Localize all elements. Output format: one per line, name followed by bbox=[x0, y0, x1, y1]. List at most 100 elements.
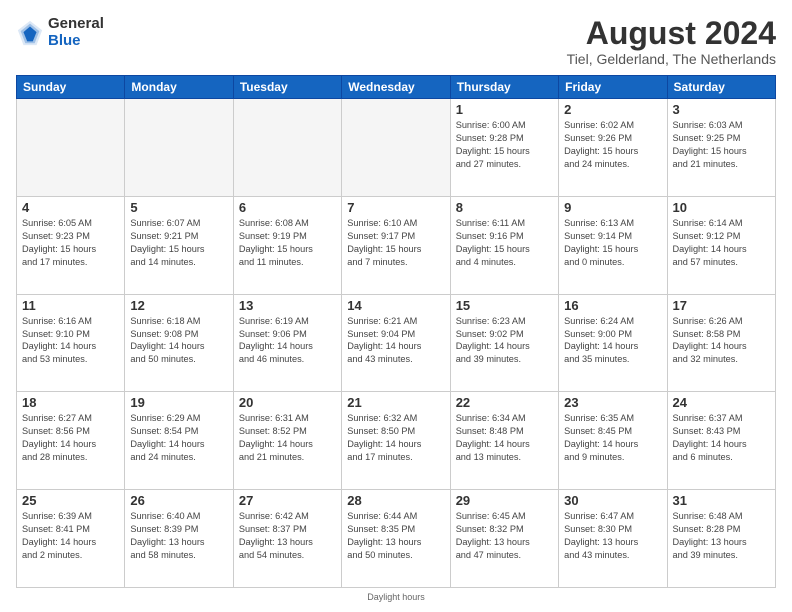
week-row-4: 18Sunrise: 6:27 AM Sunset: 8:56 PM Dayli… bbox=[17, 392, 776, 490]
calendar-cell: 12 Sunrise: 6:18 AM Sunset: 9:08 PM Dayli… bbox=[125, 294, 233, 392]
calendar-cell: 14 Sunrise: 6:21 AM Sunset: 9:04 PM Dayli… bbox=[342, 294, 450, 392]
calendar-cell: 25Sunrise: 6:39 AM Sunset: 8:41 PM Dayli… bbox=[17, 490, 125, 588]
calendar-table: SundayMondayTuesdayWednesdayThursdayFrid… bbox=[16, 75, 776, 588]
day-number: 9 bbox=[564, 200, 661, 215]
header-cell-wednesday: Wednesday bbox=[342, 76, 450, 99]
day-number: 21 bbox=[347, 395, 444, 410]
calendar-cell: 16Sunrise: 6:24 AM Sunset: 9:00 PM Dayli… bbox=[559, 294, 667, 392]
day-number: 4 bbox=[22, 200, 119, 215]
day-number: 7 bbox=[347, 200, 444, 215]
day-info: Sunrise: 6:45 AM Sunset: 8:32 PM Dayligh… bbox=[456, 510, 553, 562]
day-info: Sunrise: 6:42 AM Sunset: 8:37 PM Dayligh… bbox=[239, 510, 336, 562]
day-info: Sunrise: 6:48 AM Sunset: 8:28 PM Dayligh… bbox=[673, 510, 770, 562]
header-cell-saturday: Saturday bbox=[667, 76, 775, 99]
header-cell-friday: Friday bbox=[559, 76, 667, 99]
calendar-cell: 19Sunrise: 6:29 AM Sunset: 8:54 PM Dayli… bbox=[125, 392, 233, 490]
day-info: Sunrise: 6:44 AM Sunset: 8:35 PM Dayligh… bbox=[347, 510, 444, 562]
calendar-cell: 4 Sunrise: 6:05 AM Sunset: 9:23 PM Daylig… bbox=[17, 196, 125, 294]
calendar-cell: 1Sunrise: 6:00 AM Sunset: 9:28 PM Daylig… bbox=[450, 99, 558, 197]
footer: Daylight hours bbox=[16, 592, 776, 602]
calendar-cell bbox=[342, 99, 450, 197]
calendar-cell: 23 Sunrise: 6:35 AM Sunset: 8:45 PM Dayli… bbox=[559, 392, 667, 490]
day-info: Sunrise: 6:16 AM Sunset: 9:10 PM Dayligh… bbox=[22, 315, 119, 367]
week-row-2: 4 Sunrise: 6:05 AM Sunset: 9:23 PM Daylig… bbox=[17, 196, 776, 294]
day-info: Sunrise: 6:21 AM Sunset: 9:04 PM Dayligh… bbox=[347, 315, 444, 367]
calendar-cell: 31 Sunrise: 6:48 AM Sunset: 8:28 PM Dayli… bbox=[667, 490, 775, 588]
day-info: Sunrise: 6:40 AM Sunset: 8:39 PM Dayligh… bbox=[130, 510, 227, 562]
header-cell-tuesday: Tuesday bbox=[233, 76, 341, 99]
day-info: Sunrise: 6:23 AM Sunset: 9:02 PM Dayligh… bbox=[456, 315, 553, 367]
day-number: 16 bbox=[564, 298, 661, 313]
logo-general: General bbox=[48, 16, 104, 33]
calendar-cell bbox=[233, 99, 341, 197]
calendar-cell: 29Sunrise: 6:45 AM Sunset: 8:32 PM Dayli… bbox=[450, 490, 558, 588]
calendar-cell: 24 Sunrise: 6:37 AM Sunset: 8:43 PM Dayli… bbox=[667, 392, 775, 490]
calendar-cell: 8Sunrise: 6:11 AM Sunset: 9:16 PM Daylig… bbox=[450, 196, 558, 294]
calendar-cell: 3Sunrise: 6:03 AM Sunset: 9:25 PM Daylig… bbox=[667, 99, 775, 197]
day-number: 30 bbox=[564, 493, 661, 508]
day-number: 15 bbox=[456, 298, 553, 313]
day-number: 23 bbox=[564, 395, 661, 410]
calendar-cell: 15 Sunrise: 6:23 AM Sunset: 9:02 PM Dayli… bbox=[450, 294, 558, 392]
calendar-cell: 7 Sunrise: 6:10 AM Sunset: 9:17 PM Daylig… bbox=[342, 196, 450, 294]
calendar-cell: 30 Sunrise: 6:47 AM Sunset: 8:30 PM Dayli… bbox=[559, 490, 667, 588]
main-title: August 2024 bbox=[567, 16, 776, 51]
calendar-cell: 27 Sunrise: 6:42 AM Sunset: 8:37 PM Dayli… bbox=[233, 490, 341, 588]
day-number: 17 bbox=[673, 298, 770, 313]
day-info: Sunrise: 6:19 AM Sunset: 9:06 PM Dayligh… bbox=[239, 315, 336, 367]
day-number: 24 bbox=[673, 395, 770, 410]
calendar-cell: 17Sunrise: 6:26 AM Sunset: 8:58 PM Dayli… bbox=[667, 294, 775, 392]
calendar-cell: 22 Sunrise: 6:34 AM Sunset: 8:48 PM Dayli… bbox=[450, 392, 558, 490]
calendar-cell bbox=[17, 99, 125, 197]
calendar-cell: 11Sunrise: 6:16 AM Sunset: 9:10 PM Dayli… bbox=[17, 294, 125, 392]
calendar-cell bbox=[125, 99, 233, 197]
day-info: Sunrise: 6:18 AM Sunset: 9:08 PM Dayligh… bbox=[130, 315, 227, 367]
week-row-5: 25Sunrise: 6:39 AM Sunset: 8:41 PM Dayli… bbox=[17, 490, 776, 588]
calendar-body: 1Sunrise: 6:00 AM Sunset: 9:28 PM Daylig… bbox=[17, 99, 776, 588]
day-number: 22 bbox=[456, 395, 553, 410]
day-info: Sunrise: 6:10 AM Sunset: 9:17 PM Dayligh… bbox=[347, 217, 444, 269]
calendar-cell: 2 Sunrise: 6:02 AM Sunset: 9:26 PM Daylig… bbox=[559, 99, 667, 197]
logo: General Blue bbox=[16, 16, 104, 49]
day-number: 2 bbox=[564, 102, 661, 117]
day-info: Sunrise: 6:14 AM Sunset: 9:12 PM Dayligh… bbox=[673, 217, 770, 269]
logo-text: General Blue bbox=[48, 16, 104, 49]
header: General Blue August 2024 Tiel, Gelderlan… bbox=[16, 16, 776, 67]
day-info: Sunrise: 6:05 AM Sunset: 9:23 PM Dayligh… bbox=[22, 217, 119, 269]
day-number: 27 bbox=[239, 493, 336, 508]
day-info: Sunrise: 6:35 AM Sunset: 8:45 PM Dayligh… bbox=[564, 412, 661, 464]
day-info: Sunrise: 6:31 AM Sunset: 8:52 PM Dayligh… bbox=[239, 412, 336, 464]
day-info: Sunrise: 6:37 AM Sunset: 8:43 PM Dayligh… bbox=[673, 412, 770, 464]
week-row-1: 1Sunrise: 6:00 AM Sunset: 9:28 PM Daylig… bbox=[17, 99, 776, 197]
title-block: August 2024 Tiel, Gelderland, The Nether… bbox=[567, 16, 776, 67]
header-cell-sunday: Sunday bbox=[17, 76, 125, 99]
calendar-cell: 21 Sunrise: 6:32 AM Sunset: 8:50 PM Dayli… bbox=[342, 392, 450, 490]
logo-blue: Blue bbox=[48, 33, 104, 50]
page: General Blue August 2024 Tiel, Gelderlan… bbox=[0, 0, 792, 612]
calendar-header: SundayMondayTuesdayWednesdayThursdayFrid… bbox=[17, 76, 776, 99]
day-number: 10 bbox=[673, 200, 770, 215]
day-number: 31 bbox=[673, 493, 770, 508]
calendar-cell: 13Sunrise: 6:19 AM Sunset: 9:06 PM Dayli… bbox=[233, 294, 341, 392]
footer-text: Daylight hours bbox=[367, 592, 425, 602]
day-info: Sunrise: 6:08 AM Sunset: 9:19 PM Dayligh… bbox=[239, 217, 336, 269]
day-info: Sunrise: 6:29 AM Sunset: 8:54 PM Dayligh… bbox=[130, 412, 227, 464]
day-info: Sunrise: 6:32 AM Sunset: 8:50 PM Dayligh… bbox=[347, 412, 444, 464]
subtitle: Tiel, Gelderland, The Netherlands bbox=[567, 51, 776, 67]
day-number: 8 bbox=[456, 200, 553, 215]
day-number: 25 bbox=[22, 493, 119, 508]
day-info: Sunrise: 6:00 AM Sunset: 9:28 PM Dayligh… bbox=[456, 119, 553, 171]
day-info: Sunrise: 6:02 AM Sunset: 9:26 PM Dayligh… bbox=[564, 119, 661, 171]
day-info: Sunrise: 6:47 AM Sunset: 8:30 PM Dayligh… bbox=[564, 510, 661, 562]
week-row-3: 11Sunrise: 6:16 AM Sunset: 9:10 PM Dayli… bbox=[17, 294, 776, 392]
day-number: 6 bbox=[239, 200, 336, 215]
calendar-cell: 20Sunrise: 6:31 AM Sunset: 8:52 PM Dayli… bbox=[233, 392, 341, 490]
day-number: 5 bbox=[130, 200, 227, 215]
day-number: 3 bbox=[673, 102, 770, 117]
day-number: 14 bbox=[347, 298, 444, 313]
day-number: 12 bbox=[130, 298, 227, 313]
calendar-cell: 5 Sunrise: 6:07 AM Sunset: 9:21 PM Daylig… bbox=[125, 196, 233, 294]
day-info: Sunrise: 6:07 AM Sunset: 9:21 PM Dayligh… bbox=[130, 217, 227, 269]
day-info: Sunrise: 6:34 AM Sunset: 8:48 PM Dayligh… bbox=[456, 412, 553, 464]
header-cell-monday: Monday bbox=[125, 76, 233, 99]
